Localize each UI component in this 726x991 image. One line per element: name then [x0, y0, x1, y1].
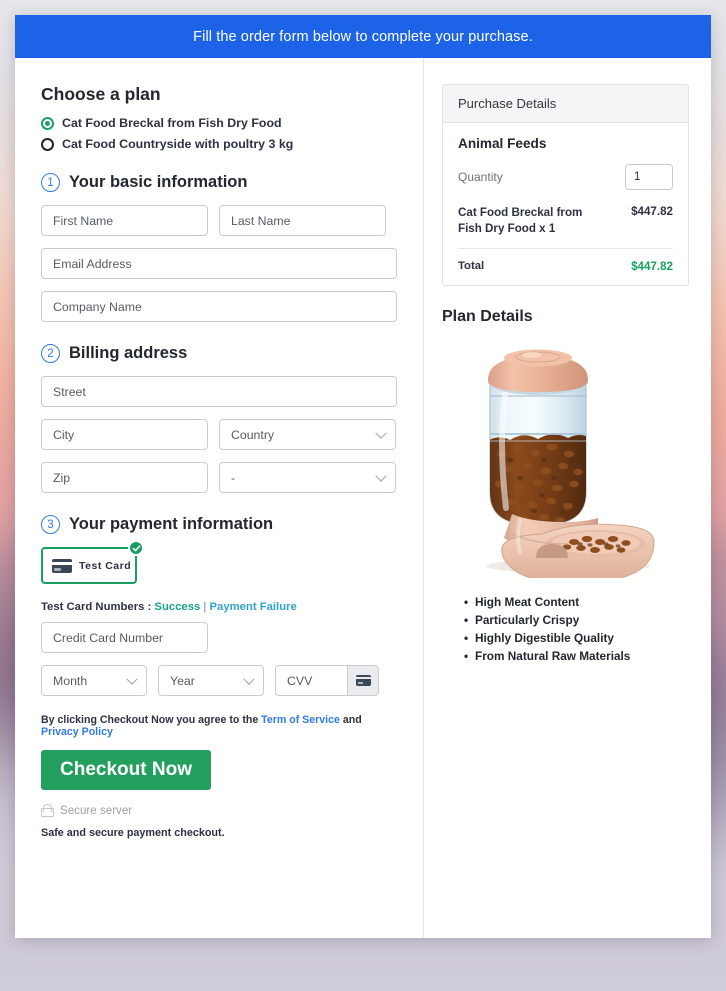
list-item: Particularly Crispy	[464, 613, 689, 627]
cvv-group	[275, 665, 379, 696]
step-payment-information: 3 Your payment information	[41, 515, 397, 534]
radio-selected-icon[interactable]	[41, 116, 54, 130]
purchase-details-panel: Purchase Details Animal Feeds Quantity C…	[442, 84, 689, 287]
test-payment-failure-link[interactable]: Payment Failure	[210, 601, 297, 613]
banner-text: Fill the order form below to complete yo…	[193, 28, 533, 45]
check-circle-icon	[128, 540, 144, 556]
step-3-title: Your payment information	[69, 515, 274, 533]
quantity-input[interactable]	[625, 164, 673, 190]
total-value: $447.82	[631, 260, 673, 274]
credit-card-icon	[355, 675, 371, 686]
city-input[interactable]	[41, 419, 208, 450]
plan-features-list: High Meat Content Particularly Crispy Hi…	[464, 595, 689, 663]
company-input[interactable]	[41, 291, 397, 322]
step-basic-information: 1 Your basic information	[41, 173, 397, 192]
checkout-card: Fill the order form below to complete yo…	[15, 15, 711, 938]
country-select[interactable]: Country	[219, 419, 396, 450]
agreement-prefix: By clicking Checkout Now you agree to th…	[41, 714, 259, 726]
plan-option-2-label: Cat Food Countryside with poultry 3 kg	[62, 137, 294, 151]
plan-option-1[interactable]: Cat Food Breckal from Fish Dry Food	[41, 116, 397, 130]
year-select-wrap: Year	[158, 665, 264, 696]
purchase-details-header: Purchase Details	[443, 85, 688, 123]
name-row	[41, 205, 397, 236]
credit-card-number-input[interactable]	[41, 622, 208, 653]
total-label: Total	[458, 260, 485, 273]
choose-plan-title: Choose a plan	[41, 84, 161, 104]
step-1-title: Your basic information	[69, 173, 248, 191]
step-2-number: 2	[41, 344, 60, 363]
secure-server-row: Secure server	[41, 804, 397, 817]
page-banner: Fill the order form below to complete yo…	[15, 15, 711, 58]
line-item-price: $447.82	[631, 205, 673, 218]
agreement-text: By clicking Checkout Now you agree to th…	[41, 714, 397, 738]
secure-server-text: Secure server	[60, 804, 133, 817]
state-select[interactable]: -	[219, 462, 396, 493]
test-card-prefix: Test Card Numbers :	[41, 601, 152, 613]
safe-checkout-text: Safe and secure payment checkout.	[41, 827, 225, 839]
test-card-method-tile[interactable]: Test Card	[41, 540, 144, 584]
plan-option-2[interactable]: Cat Food Countryside with poultry 3 kg	[41, 137, 397, 151]
list-item: High Meat Content	[464, 595, 689, 609]
company-row	[41, 291, 397, 322]
product-group-title: Animal Feeds	[458, 136, 547, 151]
city-country-row: Country	[41, 419, 397, 450]
plan-details-title: Plan Details	[442, 308, 533, 326]
total-row: Total $447.82	[458, 249, 673, 273]
month-select-wrap: Month	[41, 665, 147, 696]
purchase-details-body: Animal Feeds Quantity Cat Food Breckal f…	[443, 123, 688, 285]
line-item-row: Cat Food Breckal from Fish Dry Food x 1 …	[458, 205, 673, 250]
street-input[interactable]	[41, 376, 397, 407]
street-row	[41, 376, 397, 407]
step-2-title: Billing address	[69, 344, 188, 362]
product-image-pet-feeder	[486, 349, 655, 586]
plan-option-1-label: Cat Food Breckal from Fish Dry Food	[62, 116, 282, 130]
summary-column: Purchase Details Animal Feeds Quantity C…	[424, 58, 711, 938]
month-select[interactable]: Month	[41, 665, 147, 696]
first-name-input[interactable]	[41, 205, 208, 236]
terms-of-service-link[interactable]: Term of Service	[261, 714, 340, 726]
credit-card-icon	[52, 558, 72, 573]
quantity-label: Quantity	[458, 170, 503, 184]
lock-icon	[41, 804, 54, 817]
step-billing-address: 2 Billing address	[41, 344, 397, 363]
email-input[interactable]	[41, 248, 397, 279]
state-select-wrap: -	[219, 462, 396, 493]
card-body: Choose a plan Cat Food Breckal from Fish…	[15, 58, 711, 938]
test-card-numbers-line: Test Card Numbers : Success | Payment Fa…	[41, 601, 397, 613]
list-item: From Natural Raw Materials	[464, 649, 689, 663]
line-item-name: Cat Food Breckal from Fish Dry Food x 1	[458, 206, 583, 235]
privacy-policy-link[interactable]: Privacy Policy	[41, 726, 113, 738]
test-card-label: Test Card	[79, 559, 132, 572]
checkout-now-button[interactable]: Checkout Now	[41, 750, 211, 790]
cvv-help-button[interactable]	[347, 665, 379, 696]
list-item: Highly Digestible Quality	[464, 631, 689, 645]
year-select[interactable]: Year	[158, 665, 264, 696]
expiry-cvv-row: Month Year	[41, 665, 397, 696]
step-3-number: 3	[41, 515, 60, 534]
step-1-number: 1	[41, 173, 60, 192]
zip-input[interactable]	[41, 462, 208, 493]
cvv-input[interactable]	[275, 665, 347, 696]
test-success-link[interactable]: Success	[154, 601, 200, 613]
email-row	[41, 248, 397, 279]
quantity-row: Quantity	[458, 164, 673, 190]
country-select-wrap: Country	[219, 419, 396, 450]
zip-state-row: -	[41, 462, 397, 493]
test-link-separator: |	[203, 601, 207, 613]
order-form-column: Choose a plan Cat Food Breckal from Fish…	[15, 58, 424, 938]
credit-card-row	[41, 622, 397, 653]
radio-unselected-icon[interactable]	[41, 137, 54, 151]
last-name-input[interactable]	[219, 205, 386, 236]
agreement-and: and	[342, 714, 362, 726]
